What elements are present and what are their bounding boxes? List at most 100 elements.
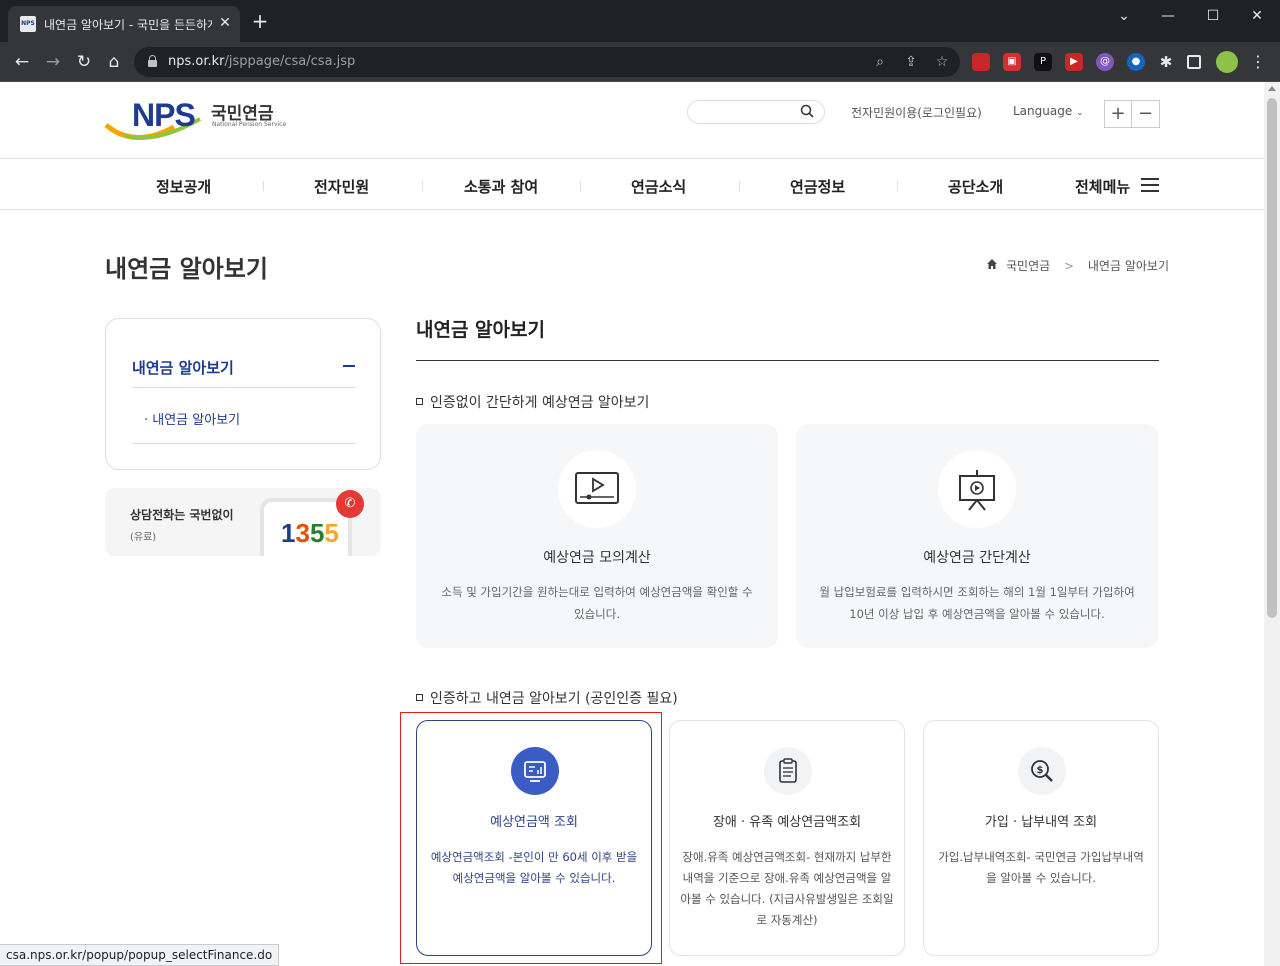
- card-description: 월 납입보험료를 입력하시면 조회하는 해의 1월 1일부터 가입하여 10년 …: [819, 585, 1135, 621]
- card-title: 가입 · 납부내역 조회: [984, 815, 1098, 830]
- zoom-icon[interactable]: ⌕: [870, 52, 890, 72]
- content-title: 내연금 알아보기: [416, 319, 545, 341]
- magnifier-dollar-icon: $: [1031, 760, 1053, 782]
- gnb-item-news[interactable]: 연금소식: [631, 176, 686, 197]
- tab-title: 내연금 알아보기 - 국민을 든든하게: [44, 18, 212, 32]
- subheading-with-auth: 인증하고 내연금 알아보기 (공인인증 필요): [416, 688, 678, 708]
- new-tab-button[interactable]: +: [250, 11, 270, 32]
- highlight-annotation-box: [400, 712, 662, 964]
- search-icon[interactable]: [800, 104, 814, 118]
- card-simple-calculation[interactable]: 예상연금 간단계산 월 납입보험료를 입력하시면 조회하는 해의 1월 1일부터…: [796, 424, 1158, 648]
- share-icon[interactable]: ⇪: [901, 52, 921, 72]
- chrome-menu-icon[interactable]: ⋮: [1250, 51, 1266, 73]
- icon-circle: [764, 747, 812, 795]
- home-icon[interactable]: [986, 258, 998, 270]
- call-center-banner: 상담전화는 국번없이 (유료) 1355 ✆: [105, 488, 381, 556]
- divider: [132, 443, 356, 444]
- side-menu-title[interactable]: 내연금 알아보기: [132, 357, 234, 378]
- collapse-minus-icon[interactable]: [343, 365, 355, 367]
- presentation-board-icon: [959, 470, 995, 511]
- extensions-puzzle-icon[interactable]: ✱: [1157, 53, 1175, 71]
- title-underline: [416, 360, 1159, 361]
- gnb-item-civil[interactable]: 전자민원: [314, 176, 369, 197]
- breadcrumb-separator: >: [1064, 259, 1075, 273]
- call-center-number: 1355: [281, 518, 339, 548]
- side-menu: 내연금 알아보기 · 내연금 알아보기: [105, 318, 381, 470]
- extension-red-icon[interactable]: [972, 53, 990, 71]
- back-button[interactable]: ←: [10, 50, 34, 74]
- font-zoom-control: + −: [1104, 100, 1160, 128]
- close-tab-icon[interactable]: ✕: [216, 14, 234, 32]
- card-mock-calculation[interactable]: 예상연금 모의계산 소득 및 가입기간을 원하는대로 입력하여 예상연금액을 확…: [416, 424, 778, 648]
- gnb-divider: [897, 181, 898, 191]
- minimize-button[interactable]: —: [1156, 6, 1180, 26]
- card-title: 장애 · 유족 예상연금액조회: [712, 815, 862, 830]
- forward-button[interactable]: →: [41, 50, 65, 74]
- card-disability-survivor-inquiry[interactable]: 장애 · 유족 예상연금액조회 장애.유족 예상연금액조회- 현재까지 납부한 …: [669, 720, 905, 956]
- web-page: NPS 국민연금 National Pension Service 전자민원이용…: [0, 82, 1264, 966]
- language-dropdown[interactable]: Language ⌄: [1013, 104, 1084, 118]
- gnb-divider: [739, 181, 740, 191]
- lock-icon[interactable]: [148, 55, 157, 67]
- hamburger-icon[interactable]: [1141, 178, 1159, 192]
- icon-circle: $: [1018, 747, 1066, 795]
- gnb-item-info[interactable]: 정보공개: [156, 176, 211, 197]
- divider: [132, 387, 356, 388]
- url-text: nps.or.kr/jsppage/csa/csa.jsp: [168, 54, 356, 69]
- card-title: 예상연금 간단계산: [923, 550, 1031, 566]
- browser-toolbar: ← → ↻ ⌂ nps.or.kr/jsppage/csa/csa.jsp ⌕ …: [0, 42, 1280, 82]
- zoom-out-button[interactable]: −: [1132, 101, 1159, 127]
- nps-logo[interactable]: NPS 국민연금 National Pension Service: [104, 97, 294, 143]
- gnb-item-about[interactable]: 공단소개: [948, 176, 1003, 197]
- reload-button[interactable]: ↻: [72, 50, 96, 74]
- call-paid-label: (유료): [130, 532, 157, 543]
- card-description: 장애.유족 예상연금액조회- 현재까지 납부한 내역을 기준으로 장애.유족 예…: [680, 850, 894, 927]
- gnb-item-pension-info[interactable]: 연금정보: [790, 176, 845, 197]
- chevron-down-icon: ⌄: [1076, 108, 1084, 118]
- subheading-no-auth: 인증없이 간단하게 예상연금 알아보기: [416, 392, 649, 412]
- gnb-divider: [580, 181, 581, 191]
- profile-avatar[interactable]: [1216, 51, 1238, 73]
- icon-circle: [938, 450, 1016, 528]
- extension-lock-icon[interactable]: ▣: [1003, 53, 1021, 71]
- card-description: 소득 및 가입기간을 원하는대로 입력하여 예상연금액을 확인할 수 있습니다.: [441, 585, 753, 621]
- close-window-button[interactable]: ✕: [1245, 6, 1269, 26]
- side-menu-item-my-pension[interactable]: · 내연금 알아보기: [144, 409, 240, 428]
- browser-tab[interactable]: NPS 내연금 알아보기 - 국민을 든든하게 ✕: [8, 6, 240, 42]
- extension-at-icon[interactable]: @: [1096, 53, 1114, 71]
- maximize-button[interactable]: ☐: [1201, 6, 1225, 26]
- home-button[interactable]: ⌂: [102, 50, 126, 74]
- card-subscription-payment-inquiry[interactable]: $ 가입 · 납부내역 조회 가입.납부내역조회- 국민연금 가입납부내역을 알…: [923, 720, 1159, 956]
- clipboard-icon: [779, 758, 797, 783]
- address-bar[interactable]: nps.or.kr/jsppage/csa/csa.jsp ⌕ ⇪ ☆: [134, 47, 960, 77]
- gnb-divider: [422, 181, 423, 191]
- logo-nps-text: NPS: [132, 97, 196, 133]
- all-menu-button[interactable]: 전체메뉴: [1075, 176, 1130, 197]
- breadcrumb-home[interactable]: 국민연금: [1006, 259, 1050, 273]
- call-center-label: 상담전화는 국번없이: [130, 508, 234, 522]
- extension-globe-icon[interactable]: ●: [1127, 53, 1145, 71]
- phone-call-icon: ✆: [336, 490, 364, 518]
- scroll-up-arrow-icon[interactable]: [1268, 86, 1276, 91]
- zoom-in-button[interactable]: +: [1105, 101, 1132, 127]
- civil-service-login-link[interactable]: 전자민원이용(로그인필요): [851, 104, 982, 121]
- extension-media-icon[interactable]: ▶: [1065, 53, 1083, 71]
- page-scrollbar[interactable]: [1264, 82, 1280, 966]
- card-title: 예상연금 모의계산: [543, 550, 651, 566]
- bookmark-star-icon[interactable]: ☆: [932, 52, 952, 72]
- status-bar-url: csa.nps.or.kr/popup/popup_selectFinance.…: [0, 944, 280, 966]
- extension-p-icon[interactable]: P: [1034, 53, 1052, 71]
- page-title: 내연금 알아보기: [105, 255, 268, 283]
- gnb-item-communication[interactable]: 소통과 참여: [464, 176, 538, 197]
- nps-favicon-icon: NPS: [20, 16, 36, 32]
- card-description: 가입.납부내역조회- 국민연금 가입납부내역을 알아볼 수 있습니다.: [938, 850, 1144, 885]
- video-player-icon: [575, 472, 619, 504]
- side-panel-icon[interactable]: [1187, 55, 1201, 69]
- tab-search-icon[interactable]: ⌄: [1112, 6, 1136, 26]
- breadcrumb-current: 내연금 알아보기: [1087, 259, 1169, 273]
- breadcrumb: 국민연금 > 내연금 알아보기: [986, 257, 1169, 274]
- site-search-input[interactable]: [687, 100, 825, 124]
- scrollbar-thumb[interactable]: [1267, 98, 1277, 618]
- logo-english-text: National Pension Service: [212, 121, 287, 128]
- gnb-divider: [263, 181, 264, 191]
